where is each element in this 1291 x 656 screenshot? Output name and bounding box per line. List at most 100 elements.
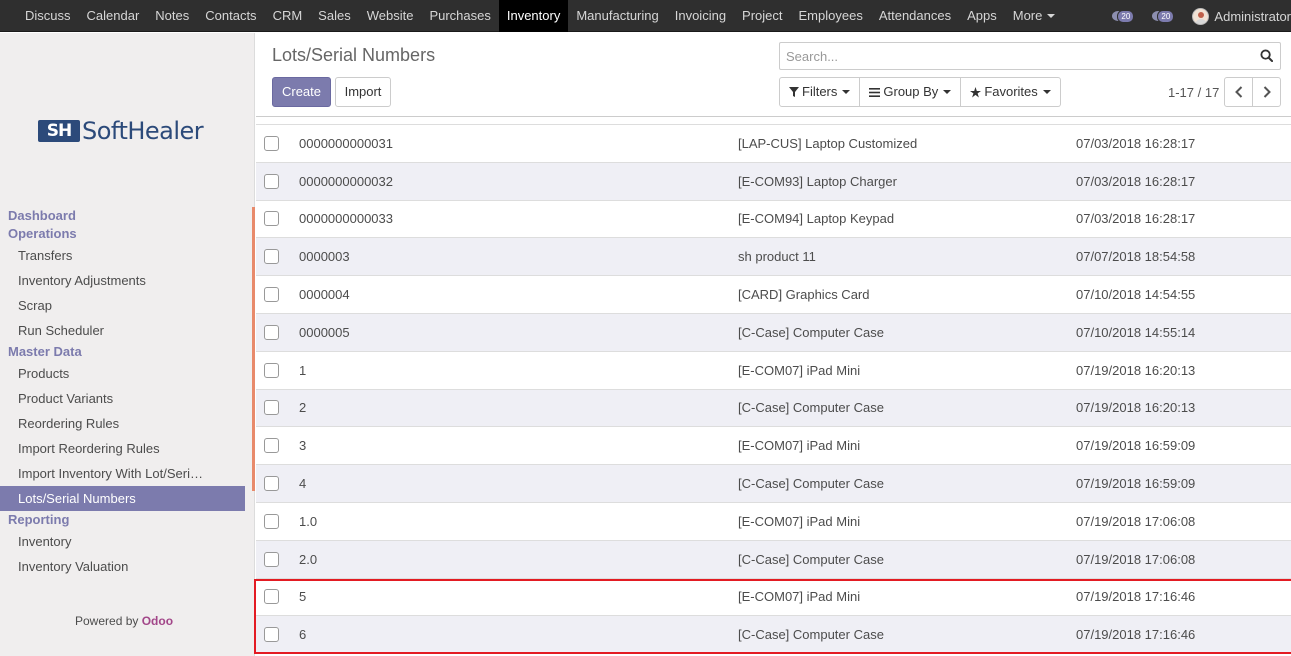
product-cell: [E-COM07] iPad Mini <box>738 438 861 454</box>
user-avatar[interactable] <box>1192 7 1210 25</box>
table-row[interactable]: 3 [E-COM07] iPad Mini 07/19/2018 16:59:09 <box>256 426 1291 465</box>
powered-by-brand[interactable]: Odoo <box>142 614 173 628</box>
created-date-cell: 07/07/2018 18:54:58 <box>1076 249 1196 265</box>
row-checkbox[interactable] <box>264 249 279 265</box>
company-logo: SH SoftHealer <box>38 117 204 145</box>
table-row[interactable]: 1 [E-COM07] iPad Mini 07/19/2018 16:20:13 <box>256 350 1291 389</box>
product-cell: [C-Case] Computer Case <box>738 627 884 643</box>
sidebar-item-import-reordering-rules[interactable]: Import Reordering Rules <box>0 436 245 461</box>
table-row[interactable]: 0000005 [C-Case] Computer Case 07/10/2018 … <box>256 312 1291 351</box>
product-cell: [C-Case] Computer Case <box>738 324 884 340</box>
sidebar-item-product-variants[interactable]: Product Variants <box>0 386 245 411</box>
sidebar-item-inventory[interactable]: Inventory <box>0 529 245 554</box>
sidebar-item-lots-serial-numbers[interactable]: Lots/Serial Numbers <box>0 486 245 511</box>
table-row[interactable]: 2 [C-Case] Computer Case 07/19/2018 16:20:… <box>256 388 1291 427</box>
table-row[interactable]: 0000000000032 [E-COM93] Laptop Charger 07/… <box>256 161 1291 200</box>
product-cell: sh product 11 <box>738 249 816 265</box>
sidebar-section-master-data[interactable]: Master Data <box>0 343 245 361</box>
nav-item-inventory[interactable]: Inventory <box>498 0 569 32</box>
row-checkbox[interactable] <box>264 211 279 227</box>
sidebar-item-reordering-rules[interactable]: Reordering Rules <box>0 411 245 436</box>
powered-by-prefix: Powered by <box>75 614 139 628</box>
sidebar-item-inventory-valuation[interactable]: Inventory Valuation <box>0 554 245 579</box>
lot-name-cell: 2 <box>299 400 307 416</box>
sidebar-item-products[interactable]: Products <box>0 361 245 386</box>
nav-item-sales[interactable]: Sales <box>310 0 359 32</box>
row-checkbox[interactable] <box>264 287 279 303</box>
nav-item-notes[interactable]: Notes <box>147 0 197 32</box>
nav-item-crm[interactable]: CRM <box>265 0 311 32</box>
nav-item-website[interactable]: Website <box>359 0 422 32</box>
table-row[interactable]: 1.0 [E-COM07] iPad Mini 07/19/2018 17:06:0… <box>256 501 1291 540</box>
table-row[interactable]: 0000000000031 [LAP-CUS] Laptop Customized… <box>256 124 1291 162</box>
table-row[interactable]: 2.0 [C-Case] Computer Case 07/19/2018 17:0… <box>256 539 1291 578</box>
row-checkbox[interactable] <box>264 173 279 189</box>
created-date-cell: 07/19/2018 17:06:08 <box>1076 513 1196 529</box>
sidebar-section-reporting[interactable]: Reporting <box>0 511 245 529</box>
sidebar-item-run-scheduler[interactable]: Run Scheduler <box>0 318 245 343</box>
row-checkbox[interactable] <box>264 438 279 454</box>
nav-item-project[interactable]: Project <box>734 0 790 32</box>
chevron-down-icon <box>1042 90 1051 94</box>
lot-name-cell: 0000000000033 <box>299 211 393 227</box>
search-input[interactable] <box>780 43 1250 69</box>
sidebar-scroll-thumb[interactable] <box>252 207 255 491</box>
table-row[interactable]: 0000000000033 [E-COM94] Laptop Keypad 07/0… <box>256 199 1291 238</box>
row-checkbox[interactable] <box>264 324 279 340</box>
product-cell: [E-COM07] iPad Mini <box>738 513 861 529</box>
sidebar-item-scrap[interactable]: Scrap <box>0 293 245 318</box>
sidebar-item-inventory-adjustments[interactable]: Inventory Adjustments <box>0 268 245 293</box>
table-row[interactable]: 0000003 sh product 11 07/07/2018 18:54:58 <box>256 237 1291 276</box>
nav-item-purchases[interactable]: Purchases <box>421 0 498 32</box>
product-cell: [C-Case] Computer Case <box>738 400 884 416</box>
user-menu[interactable]: Administrator <box>1214 9 1291 24</box>
nav-item-employees[interactable]: Employees <box>791 0 871 32</box>
filter-icon <box>789 87 799 97</box>
table-row[interactable]: 0000004 [CARD] Graphics Card 07/10/2018 14… <box>256 275 1291 313</box>
row-checkbox[interactable] <box>264 476 279 492</box>
row-checkbox[interactable] <box>264 551 279 567</box>
row-checkbox[interactable] <box>264 627 279 643</box>
pager-next-button[interactable] <box>1252 77 1281 107</box>
nav-item-discuss[interactable]: Discuss <box>17 0 79 32</box>
row-checkbox[interactable] <box>264 589 279 605</box>
create-button[interactable]: Create <box>272 77 331 107</box>
nav-item-manufacturing[interactable]: Manufacturing <box>568 0 666 32</box>
sidebar-section-operations[interactable]: Operations <box>0 225 245 243</box>
table-row[interactable]: 4 [C-Case] Computer Case 07/19/2018 16:59:… <box>256 464 1291 502</box>
sidebar-item-import-inventory-with-lot-seri[interactable]: Import Inventory With Lot/Seri… <box>0 461 245 486</box>
favorites-button[interactable]: Favorites <box>961 77 1061 107</box>
nav-item-calendar[interactable]: Calendar <box>79 0 148 32</box>
table-row[interactable]: 5 [E-COM07] iPad Mini 07/19/2018 17:16:46 <box>256 577 1291 616</box>
nav-item-apps[interactable]: Apps <box>959 0 1005 32</box>
group-by-label: Group By <box>883 84 939 99</box>
pager-previous-button[interactable] <box>1224 77 1253 107</box>
product-cell: [E-COM07] iPad Mini <box>738 362 861 378</box>
filters-button[interactable]: Filters <box>779 77 861 107</box>
chevron-right-icon <box>1263 86 1271 98</box>
messages-icon[interactable]: 20 <box>1152 9 1175 23</box>
nav-item-contacts[interactable]: Contacts <box>197 0 264 32</box>
activity-icon[interactable]: 20 <box>1112 9 1135 23</box>
created-date-cell: 07/03/2018 16:28:17 <box>1076 173 1196 189</box>
row-checkbox[interactable] <box>264 513 279 529</box>
created-date-cell: 07/03/2018 16:28:17 <box>1076 211 1196 227</box>
table-row[interactable]: 6 [C-Case] Computer Case 07/19/2018 17:16:… <box>256 615 1291 654</box>
product-cell: [C-Case] Computer Case <box>738 476 884 492</box>
sidebar-section-dashboard[interactable]: Dashboard <box>0 207 245 225</box>
lot-name-cell: 0000003 <box>299 249 350 265</box>
sidebar-item-transfers[interactable]: Transfers <box>0 243 245 268</box>
row-checkbox[interactable] <box>264 135 279 151</box>
created-date-cell: 07/19/2018 17:16:46 <box>1076 627 1196 643</box>
lot-name-cell: 3 <box>299 438 307 454</box>
product-cell: [LAP-CUS] Laptop Customized <box>738 135 918 151</box>
pager-value[interactable]: 1-17 / 17 <box>1168 85 1219 100</box>
group-by-button[interactable]: Group By <box>860 77 962 107</box>
nav-more[interactable]: More <box>1005 0 1064 32</box>
nav-item-attendances[interactable]: Attendances <box>871 0 959 32</box>
nav-item-invoicing[interactable]: Invoicing <box>667 0 734 32</box>
search-icon[interactable] <box>1260 49 1273 62</box>
import-button[interactable]: Import <box>335 77 391 107</box>
row-checkbox[interactable] <box>264 400 279 416</box>
row-checkbox[interactable] <box>264 362 279 378</box>
